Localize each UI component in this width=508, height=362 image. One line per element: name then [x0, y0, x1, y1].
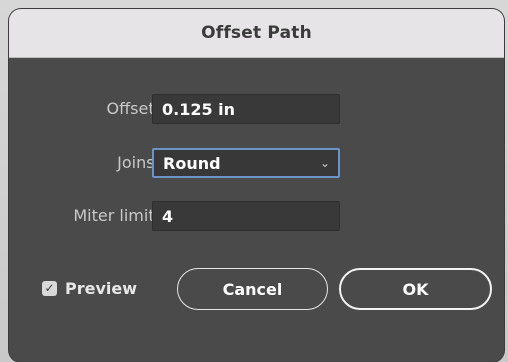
cancel-button[interactable]: Cancel [177, 268, 328, 310]
miter-limit-input[interactable]: 4 [152, 201, 340, 231]
preview-label: Preview [65, 279, 138, 298]
preview-checkbox-group[interactable]: ✓ Preview [42, 279, 137, 298]
offset-path-dialog: Offset Path Offset: 0.125 in Joins: Roun… [9, 9, 504, 362]
miter-limit-label: Miter limit: [73, 206, 160, 225]
chevron-down-icon: ⌄ [319, 156, 330, 170]
checkmark-icon[interactable]: ✓ [42, 281, 57, 296]
offset-input[interactable]: 0.125 in [152, 94, 340, 124]
dialog-bottom-edge [9, 356, 504, 362]
joins-label: Joins: [117, 153, 160, 172]
joins-selected-value: Round [163, 153, 221, 173]
dialog-title: Offset Path [201, 23, 312, 43]
joins-row: Joins: Round ⌄ [9, 148, 504, 178]
ok-button[interactable]: OK [339, 268, 492, 310]
miter-limit-row: Miter limit: 4 [9, 201, 504, 231]
offset-label: Offset: [106, 99, 160, 118]
joins-select[interactable]: Round ⌄ [152, 148, 340, 178]
offset-row: Offset: 0.125 in [9, 94, 504, 124]
dialog-titlebar[interactable]: Offset Path [9, 9, 504, 58]
screen-background: Offset Path Offset: 0.125 in Joins: Roun… [0, 0, 508, 362]
